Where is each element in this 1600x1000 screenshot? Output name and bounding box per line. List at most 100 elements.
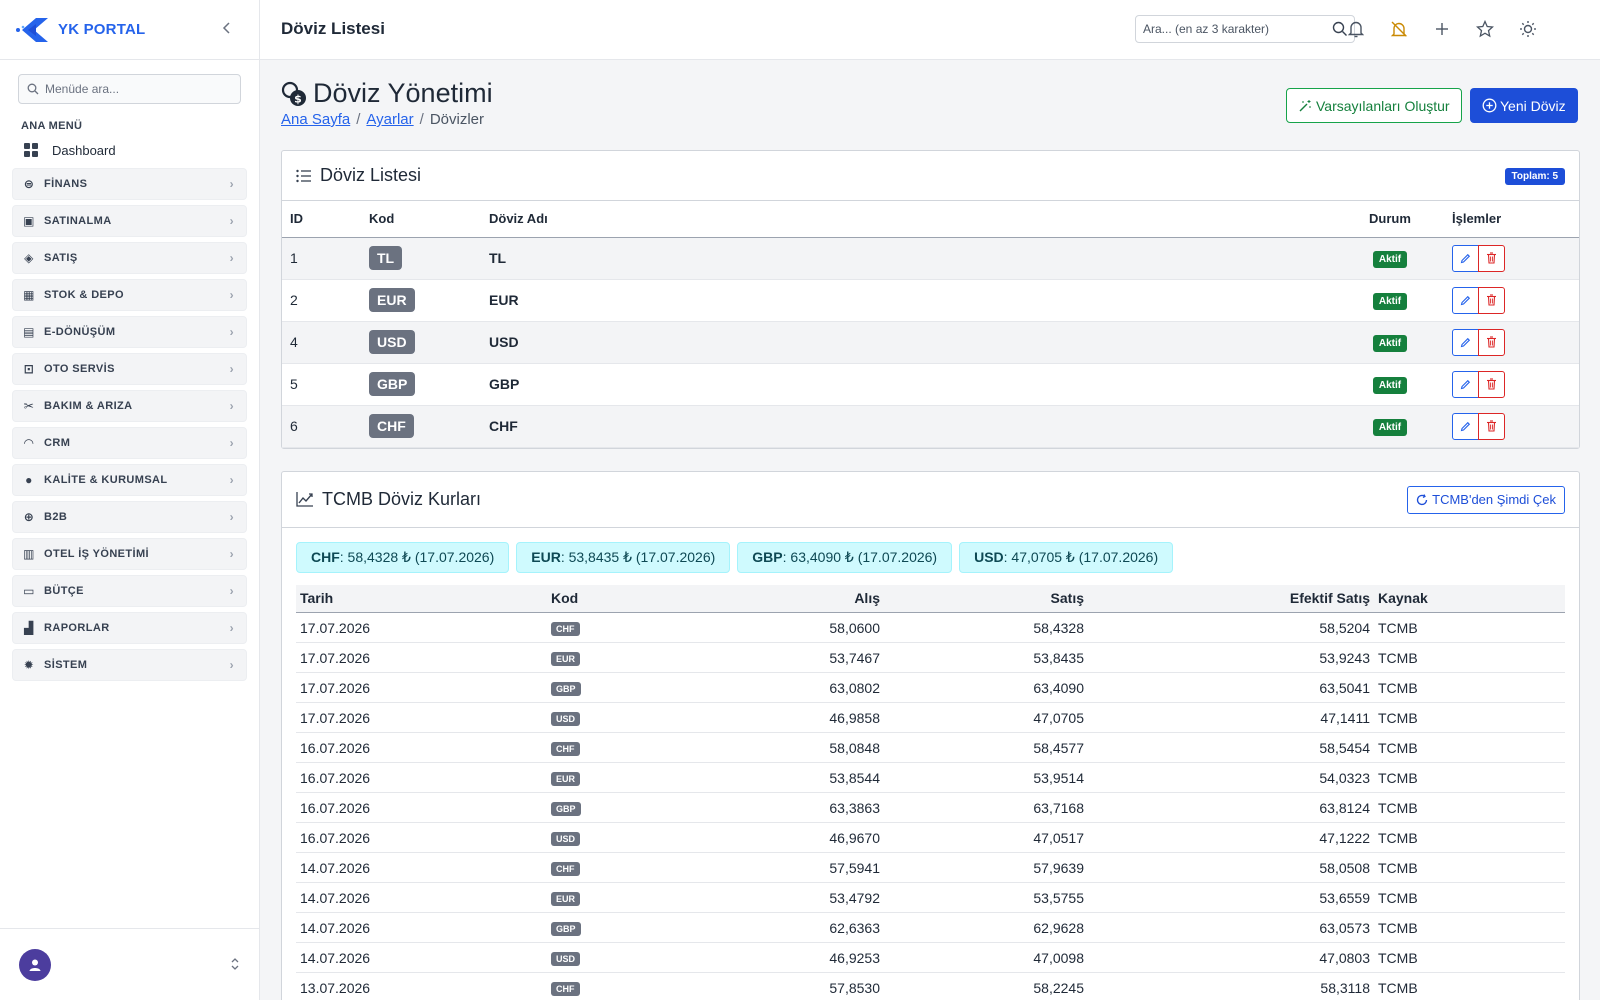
menu-search-input[interactable] [45,82,225,96]
edit-button[interactable] [1452,328,1479,356]
trash-icon [1487,336,1496,348]
rate-chip: EUR: 53,8435 ₺ (17.07.2026) [516,541,731,573]
sun-icon[interactable] [1518,19,1538,39]
breadcrumb-home[interactable]: Ana Sayfa [281,111,350,128]
plus-icon[interactable] [1432,19,1452,39]
sidebar-item-0[interactable]: ⊜ FİNANS › [12,168,247,200]
status-badge: Aktif [1372,376,1408,394]
cell-code: EUR [547,642,727,673]
document-icon: ▤ [23,325,35,339]
sidebar-item-13[interactable]: ✹ SİSTEM › [12,649,247,681]
avatar[interactable] [19,949,51,981]
breadcrumb-settings[interactable]: Ayarlar [366,111,413,128]
chevron-right-icon: › [229,547,234,561]
edit-button[interactable] [1452,244,1479,272]
cell-source: TCMB [1374,762,1565,793]
col-header[interactable]: ID [282,201,361,238]
cell-effective-sell: 63,5041 [1088,672,1374,703]
col-header[interactable]: Satış [884,584,1088,613]
cell-name: GBP [481,363,1346,406]
col-header[interactable]: Kod [361,201,481,238]
cell-actions [1434,363,1579,406]
create-defaults-button[interactable]: Varsayılanları Oluştur [1286,88,1462,123]
sidebar-item-dashboard[interactable]: Dashboard [24,140,259,160]
sidebar-item-3[interactable]: ▦ STOK & DEPO › [12,279,247,311]
cell-id: 5 [282,363,361,406]
cell-code: GBP [547,912,727,943]
cell-date: 14.07.2026 [296,882,547,913]
col-header[interactable]: Alış [727,584,884,613]
sidebar-item-10[interactable]: ▥ OTEL İŞ YÖNETİMİ › [12,538,247,570]
global-search[interactable] [1135,15,1355,43]
pencil-icon [1460,295,1471,305]
rate-chip: USD: 47,0705 ₺ (17.07.2026) [959,541,1174,573]
sidebar-item-12[interactable]: ▟ RAPORLAR › [12,612,247,644]
chevron-up-down-icon [231,958,239,970]
sidebar-item-2[interactable]: ◈ SATIŞ › [12,242,247,274]
global-search-input[interactable] [1143,22,1323,36]
col-header[interactable]: Döviz Adı [481,201,1346,238]
cell-actions [1434,279,1579,322]
trash-icon [1487,294,1496,306]
cell-code: EUR [361,279,481,322]
delete-button[interactable] [1478,244,1505,272]
brand-name: YK PORTAL [58,21,146,38]
chip-code: EUR [531,548,561,565]
finance-icon: ⊜ [23,177,35,191]
cell-buy: 53,4792 [727,882,884,913]
sidebar-item-9[interactable]: ⊕ B2B › [12,501,247,533]
chevron-right-icon: › [229,473,234,487]
delete-button[interactable] [1478,328,1505,356]
cell-source: TCMB [1374,852,1565,883]
delete-button[interactable] [1478,412,1505,440]
cell-buy: 63,3863 [727,792,884,823]
cell-actions [1434,321,1579,364]
sidebar-item-7[interactable]: ◠ CRM › [12,427,247,459]
col-header[interactable]: Kaynak [1374,584,1565,613]
cell-sell: 58,4577 [884,732,1088,763]
delete-button[interactable] [1478,370,1505,398]
cell-source: TCMB [1374,942,1565,973]
col-header[interactable]: Durum [1346,201,1434,238]
sidebar: YK PORTAL ANA MENÜ Dashboard ⊜ FİNANS › ▣ SA… [0,0,260,1000]
cell-source: TCMB [1374,642,1565,673]
menu-search[interactable] [18,74,241,104]
code-badge: CHF [551,862,580,876]
cell-source: TCMB [1374,822,1565,853]
car-icon: ⊡ [23,362,35,376]
cell-buy: 57,8530 [727,972,884,1000]
edit-button[interactable] [1452,370,1479,398]
user-menu-toggle[interactable] [230,957,240,974]
fetch-tcmb-button[interactable]: TCMB'den Şimdi Çek [1407,485,1565,514]
cell-date: 17.07.2026 [296,672,547,703]
edit-button[interactable] [1452,286,1479,314]
pencil-icon [1460,379,1471,389]
collapse-sidebar-button[interactable] [219,21,235,37]
sidebar-item-5[interactable]: ⊡ OTO SERVİS › [12,353,247,385]
bell-icon[interactable] [1346,19,1366,39]
topbar: Döviz Listesi [260,0,1600,60]
chevron-right-icon: › [229,584,234,598]
sidebar-item-label: BÜTÇE [44,585,84,597]
star-icon[interactable] [1475,19,1495,39]
col-header[interactable]: Efektif Satış [1088,584,1374,613]
sidebar-item-1[interactable]: ▣ SATINALMA › [12,205,247,237]
cell-effective-sell: 53,6559 [1088,882,1374,913]
table-row: 6 CHF CHF Aktif [282,405,1579,448]
cell-name: EUR [481,279,1346,322]
col-header[interactable]: Tarih [296,584,547,613]
sidebar-item-11[interactable]: ▭ BÜTÇE › [12,575,247,607]
cell-effective-sell: 47,0803 [1088,942,1374,973]
bell-off-icon[interactable] [1389,19,1409,39]
sidebar-item-6[interactable]: ✂ BAKIM & ARIZA › [12,390,247,422]
edit-button[interactable] [1452,412,1479,440]
cell-code: TL [361,237,481,280]
new-currency-button[interactable]: Yeni Döviz [1470,88,1578,123]
sidebar-item-4[interactable]: ▤ E-DÖNÜŞÜM › [12,316,247,348]
sidebar-item-8[interactable]: ● KALİTE & KURUMSAL › [12,464,247,496]
table-row: 17.07.2026 EUR 53,7467 53,8435 53,9243 TCMB [296,642,1565,673]
cell-sell: 62,9628 [884,912,1088,943]
col-header[interactable]: Kod [547,584,727,613]
cell-buy: 46,9253 [727,942,884,973]
delete-button[interactable] [1478,286,1505,314]
